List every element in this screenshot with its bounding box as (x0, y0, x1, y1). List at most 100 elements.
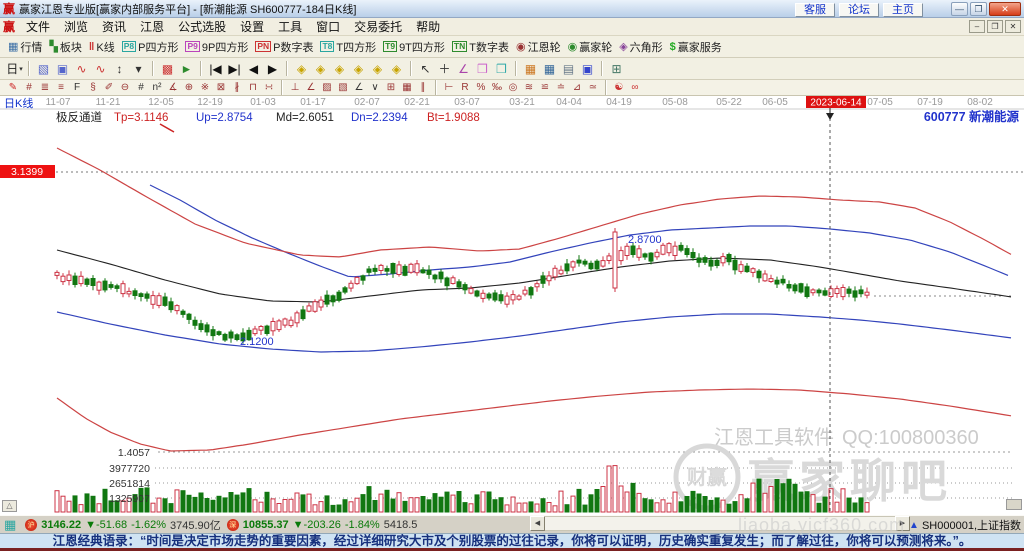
draw-tool-31-button[interactable]: ‰ (489, 81, 505, 95)
kline-chart-area[interactable]: 江恩工具软件QQ:100800360财赢赢家聊吧11-0711-2112-051… (0, 96, 1024, 515)
indicator-name[interactable]: 极反通道 (56, 110, 102, 124)
draw-tool-35-button[interactable]: ≐ (553, 81, 569, 95)
draw-tool-22-button[interactable]: ∠ (351, 81, 367, 95)
window-layout-button[interactable]: ▧ (34, 60, 53, 78)
angle-tool-button[interactable]: ∠ (454, 60, 473, 78)
nav-first-button[interactable]: |◀ (206, 60, 225, 78)
draw-tool-13-button[interactable]: ⊠ (213, 81, 229, 95)
draw-tool-23-button[interactable]: ∨ (367, 81, 383, 95)
draw-tool-12-button[interactable]: ※ (197, 81, 213, 95)
draw-tool-20-button[interactable]: ▨ (319, 81, 335, 95)
toolbar-kline-button[interactable]: ‖K线 (89, 39, 115, 55)
calendar-button[interactable]: ▦ (521, 60, 540, 78)
draw-tool-2-button[interactable]: ≣ (37, 81, 53, 95)
notes-button[interactable]: ▤ (559, 60, 578, 78)
panel-button[interactable]: ▣ (53, 60, 72, 78)
toolbar-p-square-button[interactable]: P8P四方形 (122, 39, 179, 55)
restore-button[interactable]: ❐ (970, 2, 987, 16)
draw-tool-33-button[interactable]: ≋ (521, 81, 537, 95)
draw-tool-30-button[interactable]: % (473, 81, 489, 95)
titlebar-button-3[interactable]: 主页 (883, 3, 923, 17)
play-button[interactable]: ► (177, 60, 196, 78)
menu-item[interactable]: 窗口 (309, 17, 347, 36)
draw-tool-19-button[interactable]: ∠ (303, 81, 319, 95)
draw-tool-40-button[interactable]: ∞ (627, 81, 643, 95)
draw-tool-8-button[interactable]: # (133, 81, 149, 95)
scroll-right-arrow[interactable]: ▶ (895, 516, 910, 531)
draw-tool-1-button[interactable]: # (21, 81, 37, 95)
draw-tool-39-button[interactable]: ☯ (611, 81, 627, 95)
period-selector-button[interactable]: 日▾ (5, 60, 24, 78)
draw-tool-0-button[interactable]: ✎ (5, 81, 21, 95)
draw-tool-36-button[interactable]: ⊿ (569, 81, 585, 95)
draw-tool-28-button[interactable]: ⊢ (441, 81, 457, 95)
grid-red-button[interactable]: ▩ (158, 60, 177, 78)
draw-tool-9-button[interactable]: n² (149, 81, 165, 95)
titlebar-button-1[interactable]: 客服 (795, 3, 835, 17)
draw-tool-15-button[interactable]: ⊓ (245, 81, 261, 95)
toolbar-p-number-table-button[interactable]: PNP数字表 (255, 39, 313, 55)
toolbar-winner-wheel-button[interactable]: ◉赢家轮 (568, 39, 613, 55)
menu-item[interactable]: 交易委托 (347, 17, 409, 36)
draw-tool-5-button[interactable]: § (85, 81, 101, 95)
menu-item[interactable]: 江恩 (133, 17, 171, 36)
zoom-diamond-6-button[interactable]: ◈ (387, 60, 406, 78)
crosshair-tool-button[interactable]: ＋ (435, 60, 454, 78)
scroll-left-arrow[interactable]: ◀ (530, 516, 545, 531)
draw-tool-25-button[interactable]: ▦ (399, 81, 415, 95)
draw-tool-6-button[interactable]: ✐ (101, 81, 117, 95)
toolbar-quotes-button[interactable]: ▦行情 (8, 39, 42, 55)
draw-tool-37-button[interactable]: ≃ (585, 81, 601, 95)
menu-item[interactable]: 帮助 (409, 17, 447, 36)
child-restore-button[interactable]: ❐ (987, 20, 1003, 33)
zoom-diamond-4-button[interactable]: ◈ (349, 60, 368, 78)
kline-chart-canvas[interactable]: 江恩工具软件QQ:100800360财赢赢家聊吧11-0711-2112-051… (0, 96, 1024, 515)
pointer-tool-button[interactable]: ↖ (416, 60, 435, 78)
toolbar-9p-square-button[interactable]: P99P四方形 (185, 39, 248, 55)
draw-tool-11-button[interactable]: ⊕ (181, 81, 197, 95)
draw-tool-34-button[interactable]: ≌ (537, 81, 553, 95)
menu-item[interactable]: 公式选股 (171, 17, 233, 36)
chart-mini-scrollbar[interactable] (1006, 499, 1022, 510)
stamp-pink-button[interactable]: ❒ (473, 60, 492, 78)
statusbar-scrollbar[interactable]: ◀ ▶ (530, 516, 910, 531)
toolbar-9t-square-button[interactable]: T99T四方形 (383, 39, 445, 55)
menu-item[interactable]: 设置 (233, 17, 271, 36)
zoom-diamond-2-button[interactable]: ◈ (311, 60, 330, 78)
chart-expand-button[interactable]: △ (2, 500, 17, 512)
zoom-diamond-3-button[interactable]: ◈ (330, 60, 349, 78)
titlebar-button-2[interactable]: 论坛 (839, 3, 879, 17)
draw-tool-18-button[interactable]: ⊥ (287, 81, 303, 95)
toolbar-t-square-button[interactable]: T8T四方形 (320, 39, 376, 55)
scroll-track[interactable] (545, 516, 895, 531)
statusbar-index-selector[interactable]: ▲ SH000001,上证指数 (909, 517, 1021, 533)
draw-tool-7-button[interactable]: ⊖ (117, 81, 133, 95)
draw-tool-32-button[interactable]: ◎ (505, 81, 521, 95)
curve-b-button[interactable]: ∿ (91, 60, 110, 78)
menu-item[interactable]: 资讯 (95, 17, 133, 36)
draw-tool-10-button[interactable]: ∡ (165, 81, 181, 95)
save-button[interactable]: ▣ (578, 60, 597, 78)
minimize-button[interactable]: — (951, 2, 968, 16)
calculator-button[interactable]: ▦ (540, 60, 559, 78)
menu-item[interactable]: 工具 (271, 17, 309, 36)
menu-item[interactable]: 浏览 (57, 17, 95, 36)
draw-tool-21-button[interactable]: ▧ (335, 81, 351, 95)
draw-tool-3-button[interactable]: ≡ (53, 81, 69, 95)
draw-tool-4-button[interactable]: F (69, 81, 85, 95)
nav-prev-button[interactable]: ◀ (244, 60, 263, 78)
nav-last-button[interactable]: ▶| (225, 60, 244, 78)
toolbar-sectors-button[interactable]: ▚板块 (49, 39, 81, 55)
child-close-button[interactable]: ✕ (1005, 20, 1021, 33)
draw-tool-14-button[interactable]: ∦ (229, 81, 245, 95)
close-button[interactable]: ✕ (989, 2, 1021, 16)
toolbar-winner-service-button[interactable]: $赢家服务 (670, 39, 722, 55)
zoom-diamond-5-button[interactable]: ◈ (368, 60, 387, 78)
toolbar-gann-wheel-button[interactable]: ◉江恩轮 (516, 39, 561, 55)
toolbar-t-number-table-button[interactable]: TNT数字表 (452, 39, 509, 55)
draw-tool-24-button[interactable]: ⊞ (383, 81, 399, 95)
menu-item[interactable]: 文件 (19, 17, 57, 36)
scale-button[interactable]: ↕ (110, 60, 129, 78)
zoom-diamond-1-button[interactable]: ◈ (292, 60, 311, 78)
stamp-teal-button[interactable]: ❒ (492, 60, 511, 78)
